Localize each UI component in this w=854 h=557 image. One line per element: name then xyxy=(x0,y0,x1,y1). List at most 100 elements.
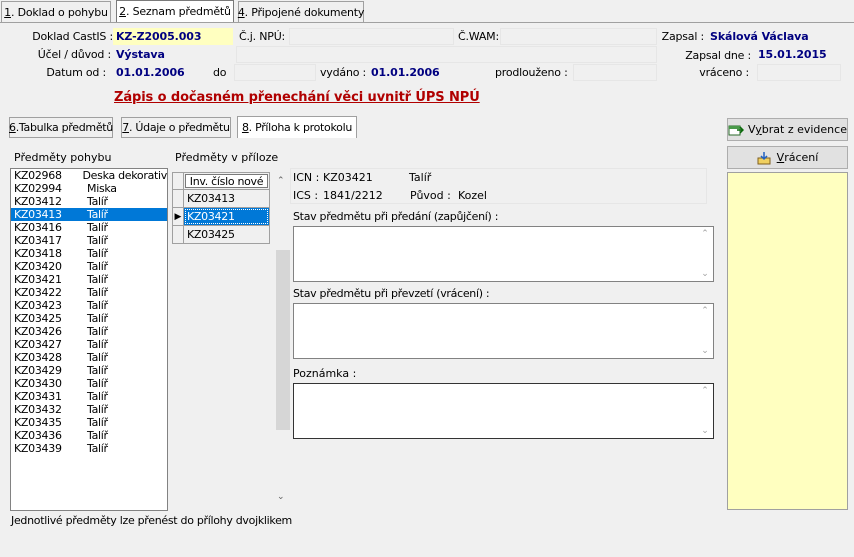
cj-npu-field[interactable] xyxy=(289,28,454,45)
list-item-name: Talíř xyxy=(87,442,108,455)
list-item-name: Talíř xyxy=(87,273,108,286)
stav-predani-textarea[interactable]: ⌃ ⌄ xyxy=(293,226,714,282)
list-item[interactable]: KZ03421 Talíř xyxy=(11,273,167,286)
vraceno-field[interactable] xyxy=(757,64,841,81)
list-item[interactable]: KZ03429 Talíř xyxy=(11,364,167,377)
list-item-name: Talíř xyxy=(87,364,108,377)
list-item-code: KZ03423 xyxy=(14,299,62,312)
list-item[interactable]: KZ03412 Talíř xyxy=(11,195,167,208)
textarea-scrollbar[interactable]: ⌃ ⌄ xyxy=(699,306,711,356)
cwam-field[interactable] xyxy=(500,28,657,45)
list-item[interactable]: KZ03420 Talíř xyxy=(11,260,167,273)
grid-scroll-area xyxy=(276,250,290,430)
tab-strip-line xyxy=(0,22,854,23)
list-item-code: KZ02994 xyxy=(14,182,62,195)
tab-priloha-k-protokolu[interactable]: 8. Příloha k protokolu xyxy=(237,116,357,138)
stav-predani-label: Stav předmětu při předání (zapůjčení) : xyxy=(293,210,499,223)
list-item-code: KZ03432 xyxy=(14,403,62,416)
table-row[interactable]: KZ03425 xyxy=(172,226,270,244)
list-item[interactable]: KZ03436 Talíř xyxy=(11,429,167,442)
datum-do-field[interactable] xyxy=(234,64,316,81)
poznamka-textarea[interactable]: ⌃ ⌄ xyxy=(293,383,714,439)
prodlouzeno-field[interactable] xyxy=(573,64,657,81)
list-item[interactable]: KZ03413 Talíř xyxy=(11,208,167,221)
list-item[interactable]: KZ03422 Talíř xyxy=(11,286,167,299)
list-item[interactable]: KZ03418 Talíř xyxy=(11,247,167,260)
scroll-down-icon[interactable]: ⌄ xyxy=(701,426,709,436)
list-item-name: Talíř xyxy=(87,325,108,338)
list-item-name: Miska xyxy=(87,182,117,195)
list-item[interactable]: KZ03426 Talíř xyxy=(11,325,167,338)
list-item-code: KZ03413 xyxy=(14,208,62,221)
scroll-down-icon[interactable]: ⌄ xyxy=(277,492,285,502)
column-header-inv-cislo[interactable]: Inv. číslo nové xyxy=(185,174,268,188)
list-item[interactable]: KZ03427 Talíř xyxy=(11,338,167,351)
priloha-grid[interactable]: Inv. číslo nové KZ03413 ▶ KZ03421 KZ03425 xyxy=(172,172,270,244)
list-item-name: Talíř xyxy=(87,260,108,273)
ucel-value: Výstava xyxy=(116,48,165,61)
vydano-label: vydáno : xyxy=(320,66,367,79)
list-item-name: Talíř xyxy=(87,390,108,403)
scroll-down-icon[interactable]: ⌄ xyxy=(701,269,709,279)
list-item-code: KZ03417 xyxy=(14,234,62,247)
do-label: do xyxy=(213,66,227,79)
ucel-label: Účel / důvod : xyxy=(37,48,111,61)
list-item[interactable]: KZ03435 Talíř xyxy=(11,416,167,429)
tab-seznam-predmetu[interactable]: 2. Seznam předmětů xyxy=(116,0,234,22)
list-item[interactable]: KZ03428 Talíř xyxy=(11,351,167,364)
list-item-code: KZ03425 xyxy=(14,312,62,325)
list-item[interactable]: KZ03439 Talíř xyxy=(11,442,167,455)
table-row[interactable]: KZ03413 xyxy=(172,190,270,208)
list-item[interactable]: KZ03425 Talíř xyxy=(11,312,167,325)
list-item-code: KZ03427 xyxy=(14,338,62,351)
scroll-up-icon[interactable]: ⌃ xyxy=(277,176,285,186)
tab-pripojene-dokumenty[interactable]: 4. Připojené dokumenty xyxy=(238,1,364,22)
stav-prevzeti-textarea[interactable]: ⌃ ⌄ xyxy=(293,303,714,359)
list-item[interactable]: KZ03423 Talíř xyxy=(11,299,167,312)
list-item-name: Talíř xyxy=(87,221,108,234)
list-item[interactable]: KZ02994 Miska xyxy=(11,182,167,195)
list-item[interactable]: KZ03430 Talíř xyxy=(11,377,167,390)
return-icon xyxy=(757,151,773,165)
icn-value: KZ03421 xyxy=(323,171,373,184)
list-item-code: KZ03430 xyxy=(14,377,62,390)
row-pointer-icon[interactable]: ▶ xyxy=(173,208,184,225)
list-item[interactable]: KZ03416 Talíř xyxy=(11,221,167,234)
cj-npu-label: Č.j. NPÚ: xyxy=(239,30,286,43)
predmety-v-priloze-title: Předměty v příloze xyxy=(175,151,279,164)
vraceni-button[interactable]: Vrácení xyxy=(727,146,848,169)
list-item-code: KZ03435 xyxy=(14,416,62,429)
list-item-name: Talíř xyxy=(87,299,108,312)
list-item-name: Talíř xyxy=(87,312,108,325)
tab-tabulka-predmetu[interactable]: 6 .Tabulka předmětů xyxy=(9,117,113,138)
list-item-name: Talíř xyxy=(87,416,108,429)
tab-doklad-o-pohybu[interactable]: 1. Doklad o pohybu xyxy=(1,1,111,22)
list-item-name: Talíř xyxy=(87,377,108,390)
inv-cislo-cell: KZ03413 xyxy=(187,192,235,205)
hint-text: Jednotlivé předměty lze přenést do přílo… xyxy=(11,514,292,527)
table-row[interactable]: ▶ KZ03421 xyxy=(172,208,270,226)
list-item-code: KZ03422 xyxy=(14,286,62,299)
list-item-code: KZ03436 xyxy=(14,429,62,442)
stav-prevzeti-label: Stav předmětu při převzetí (vrácení) : xyxy=(293,287,490,300)
list-item[interactable]: KZ03432 Talíř xyxy=(11,403,167,416)
row-indicator[interactable] xyxy=(173,190,184,207)
textarea-scrollbar[interactable]: ⌃ ⌄ xyxy=(699,229,711,279)
textarea-scrollbar[interactable]: ⌃ ⌄ xyxy=(699,386,711,436)
puvod-value: Kozel xyxy=(458,189,487,202)
row-indicator[interactable] xyxy=(173,226,184,243)
import-icon xyxy=(728,123,745,137)
list-item-name: Talíř xyxy=(87,195,108,208)
scroll-up-icon[interactable]: ⌃ xyxy=(701,386,709,396)
scroll-up-icon[interactable]: ⌃ xyxy=(701,306,709,316)
tab-udaje-o-predmetu[interactable]: 7. Údaje o předmětu xyxy=(121,117,231,138)
predmety-pohybu-list[interactable]: KZ02968 Deska dekorativ KZ02994 Miska KZ0341… xyxy=(10,168,168,511)
list-item-code: KZ03418 xyxy=(14,247,62,260)
list-item[interactable]: KZ03431 Talíř xyxy=(11,390,167,403)
list-item[interactable]: KZ02968 Deska dekorativ xyxy=(11,169,167,182)
scroll-up-icon[interactable]: ⌃ xyxy=(701,229,709,239)
vybrat-z-evidence-button[interactable]: Vybrat z evidence xyxy=(727,118,848,141)
scroll-down-icon[interactable]: ⌄ xyxy=(701,346,709,356)
list-item-code: KZ03421 xyxy=(14,273,62,286)
list-item[interactable]: KZ03417 Talíř xyxy=(11,234,167,247)
